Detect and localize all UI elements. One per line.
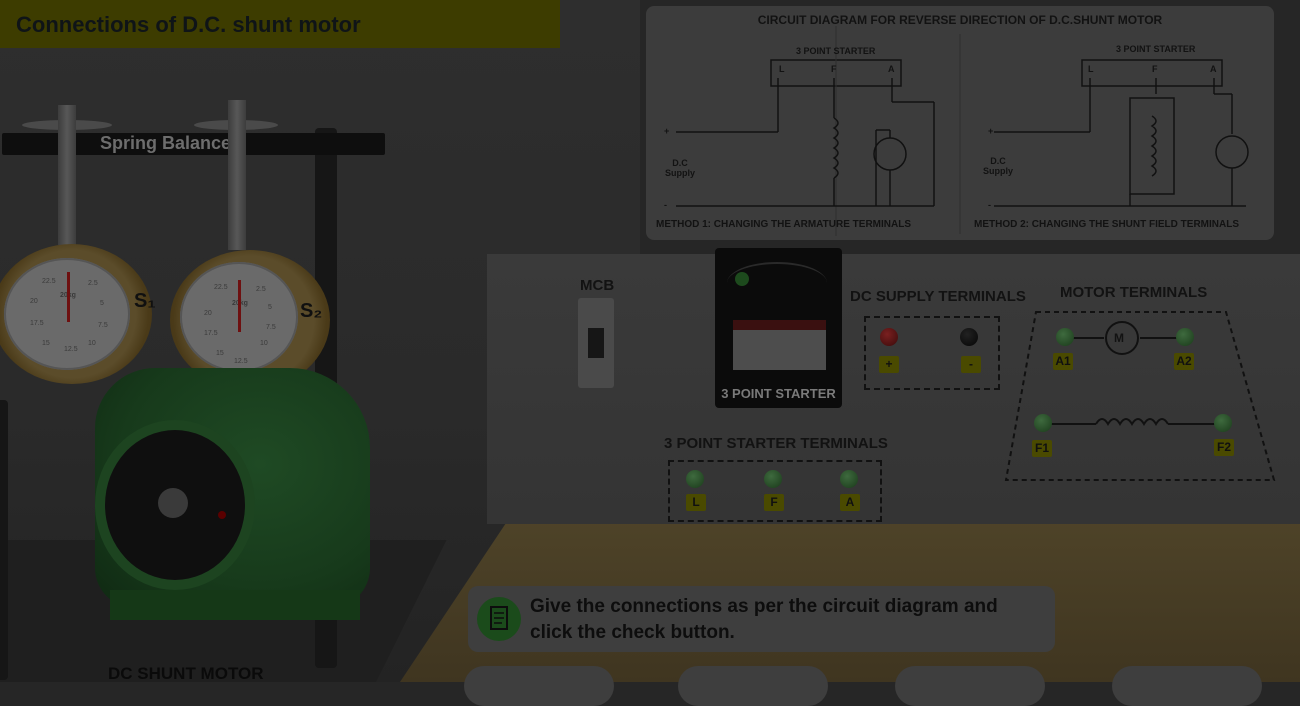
starter-terminals-label: 3 POINT STARTER TERMINALS: [664, 435, 888, 452]
dc-supply-area: [864, 316, 1000, 390]
screw-right: [228, 100, 246, 250]
instruction-text: Give the connections as per the circuit …: [530, 596, 998, 643]
bottom-button-1[interactable]: [464, 666, 614, 706]
dial-number: 22.5: [214, 284, 228, 291]
starter-label: 3 POINT STARTER: [721, 386, 836, 401]
rig-pole-left: [0, 400, 8, 680]
starter-terminal-f[interactable]: [764, 470, 782, 488]
terminal-f: F: [1152, 64, 1158, 74]
dial-number: 5: [100, 300, 104, 307]
dial-number: 17.5: [204, 330, 218, 337]
starter-label-method-1: 3 POINT STARTER: [796, 46, 876, 56]
mcb-lever[interactable]: [588, 328, 604, 358]
dc-minus-tag: -: [961, 356, 981, 373]
supply-plus: +: [988, 126, 994, 136]
dial-number: 10: [260, 340, 268, 347]
dial-tag-s2: S₂: [300, 300, 323, 322]
starter-nameplate-header: [733, 320, 826, 330]
starter-handle[interactable]: [735, 272, 749, 286]
supply-label-method-2: D.C Supply: [982, 156, 1013, 176]
starter-terminal-a-tag: A: [840, 494, 860, 511]
dial-tag-s1: S₁: [134, 290, 156, 312]
bottom-button-4[interactable]: [1112, 666, 1262, 706]
terminal-l: L: [1088, 64, 1094, 74]
document-icon: [477, 597, 521, 641]
dial-needle-2: [238, 280, 241, 332]
terminal-f1[interactable]: [1034, 414, 1052, 432]
dial-number: 20: [30, 298, 38, 305]
dial-number: 10: [88, 340, 96, 347]
dial-number: 12.5: [64, 346, 78, 353]
terminal-f2-tag: F2: [1214, 439, 1234, 456]
terminal-a2[interactable]: [1176, 328, 1194, 346]
terminal-a1-tag: A1: [1053, 353, 1073, 370]
supply-plus: +: [664, 126, 670, 136]
starter-terminal-l-tag: L: [686, 494, 706, 511]
dial-number: 15: [42, 340, 50, 347]
method-1-caption: METHOD 1: CHANGING THE ARMATURE TERMINAL…: [656, 219, 911, 230]
bottom-button-3[interactable]: [895, 666, 1045, 706]
terminal-a: A: [888, 64, 895, 74]
dial-number: 2.5: [256, 286, 266, 293]
dial-number: 7.5: [266, 324, 276, 331]
motor-label: DC SHUNT MOTOR: [108, 664, 264, 683]
dial-number: 2.5: [88, 280, 98, 287]
dc-plus-tag: +: [879, 356, 899, 373]
supply-label-method-1: D.C Supply: [664, 158, 695, 178]
dial-number: 5: [268, 304, 272, 311]
spring-balance-label: Spring Balance: [100, 133, 232, 153]
terminal-f: F: [831, 64, 837, 74]
dc-minus-terminal[interactable]: [960, 328, 978, 346]
dial-number: 20: [204, 310, 212, 317]
motor-symbol-label: M: [1114, 331, 1124, 345]
terminal-a1[interactable]: [1056, 328, 1074, 346]
circuit-diagram: [676, 26, 1249, 236]
terminal-a: A: [1210, 64, 1217, 74]
bottom-button-2[interactable]: [678, 666, 828, 706]
supply-minus: -: [988, 200, 991, 210]
motor-terminals-label: MOTOR TERMINALS: [1060, 284, 1208, 301]
dial-needle-1: [67, 272, 70, 322]
terminal-f1-tag: F1: [1032, 440, 1052, 457]
dial-number: 7.5: [98, 322, 108, 329]
screw-left: [58, 105, 76, 245]
starter-label-method-2: 3 POINT STARTER: [1116, 44, 1196, 54]
dc-plus-terminal[interactable]: [880, 328, 898, 346]
dial-number: 12.5: [234, 358, 248, 365]
dc-supply-label: DC SUPPLY TERMINALS: [850, 288, 1026, 305]
dial-number: 22.5: [42, 278, 56, 285]
terminal-f2[interactable]: [1214, 414, 1232, 432]
mcb-label: MCB: [580, 277, 615, 294]
dial-number: 15: [216, 350, 224, 357]
starter-terminal-f-tag: F: [764, 494, 784, 511]
supply-minus: -: [664, 200, 667, 210]
method-2-caption: METHOD 2: CHANGING THE SHUNT FIELD TERMI…: [974, 219, 1239, 230]
starter-terminal-a[interactable]: [840, 470, 858, 488]
terminal-a2-tag: A2: [1174, 353, 1194, 370]
motor-feet: [110, 590, 360, 620]
starter-terminal-l[interactable]: [686, 470, 704, 488]
dial-number: 17.5: [30, 320, 44, 327]
motor-shaft-hub: [158, 488, 188, 518]
motor-marker: [218, 511, 226, 519]
terminal-l: L: [779, 64, 785, 74]
page-title: Connections of D.C. shunt motor: [16, 12, 361, 37]
